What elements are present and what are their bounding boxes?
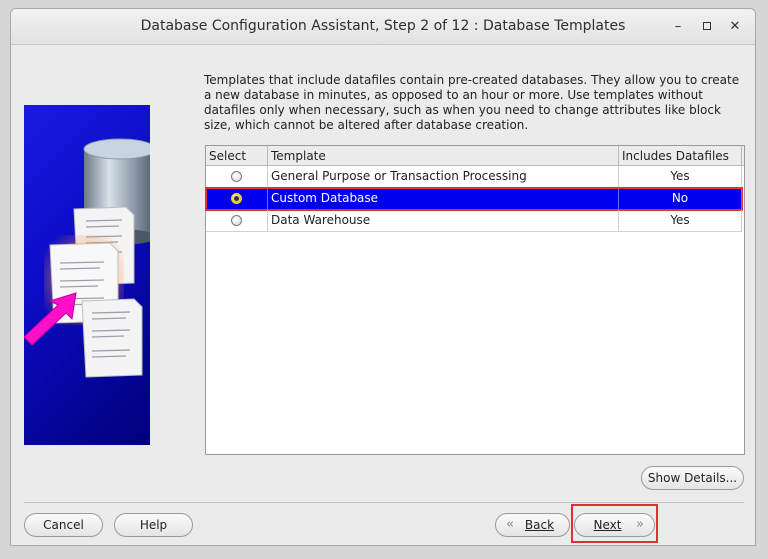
column-header-select[interactable]: Select: [206, 146, 268, 166]
chevron-left-icon: «: [506, 517, 514, 532]
cancel-button[interactable]: Cancel: [24, 513, 103, 537]
select-cell[interactable]: [206, 210, 268, 231]
templates-table: Select Template Includes Datafiles Gener…: [205, 145, 745, 455]
database-documents-icon: [24, 138, 150, 378]
column-header-template[interactable]: Template: [268, 146, 619, 166]
dbca-window: Database Configuration Assistant, Step 2…: [10, 8, 756, 546]
radio-button[interactable]: [231, 215, 242, 226]
table-header: Select Template Includes Datafiles: [206, 146, 744, 166]
includes-datafiles-cell: Yes: [619, 210, 742, 231]
next-label: Next: [593, 518, 622, 532]
back-button[interactable]: « Back: [495, 513, 570, 537]
table-row[interactable]: General Purpose or Transaction Processin…: [206, 166, 742, 188]
minimize-icon[interactable]: –: [668, 17, 688, 37]
next-button[interactable]: Next »: [574, 513, 655, 537]
radio-button[interactable]: [231, 171, 242, 182]
templates-description: Templates that include datafiles contain…: [204, 73, 740, 132]
footer-divider: [24, 502, 744, 503]
show-details-button[interactable]: Show Details...: [641, 466, 744, 490]
includes-datafiles-cell: No: [619, 188, 742, 209]
template-cell: Data Warehouse: [268, 210, 619, 231]
title-bar: Database Configuration Assistant, Step 2…: [11, 9, 755, 45]
template-cell: General Purpose or Transaction Processin…: [268, 166, 619, 187]
maximize-icon[interactable]: [697, 17, 717, 37]
radio-button-selected[interactable]: [231, 193, 242, 204]
help-button[interactable]: Help: [114, 513, 193, 537]
table-row-selected[interactable]: Custom Database No: [205, 187, 743, 211]
template-cell: Custom Database: [268, 188, 619, 209]
select-cell[interactable]: [206, 166, 268, 187]
back-label: Back: [524, 518, 555, 532]
table-row[interactable]: Data Warehouse Yes: [206, 210, 742, 232]
column-header-includes-datafiles[interactable]: Includes Datafiles: [619, 146, 742, 166]
select-cell[interactable]: [206, 188, 268, 209]
includes-datafiles-cell: Yes: [619, 166, 742, 187]
close-icon[interactable]: ✕: [725, 17, 745, 37]
database-illustration: [24, 105, 150, 445]
chevron-right-icon: »: [636, 517, 644, 532]
window-title: Database Configuration Assistant, Step 2…: [140, 18, 626, 34]
